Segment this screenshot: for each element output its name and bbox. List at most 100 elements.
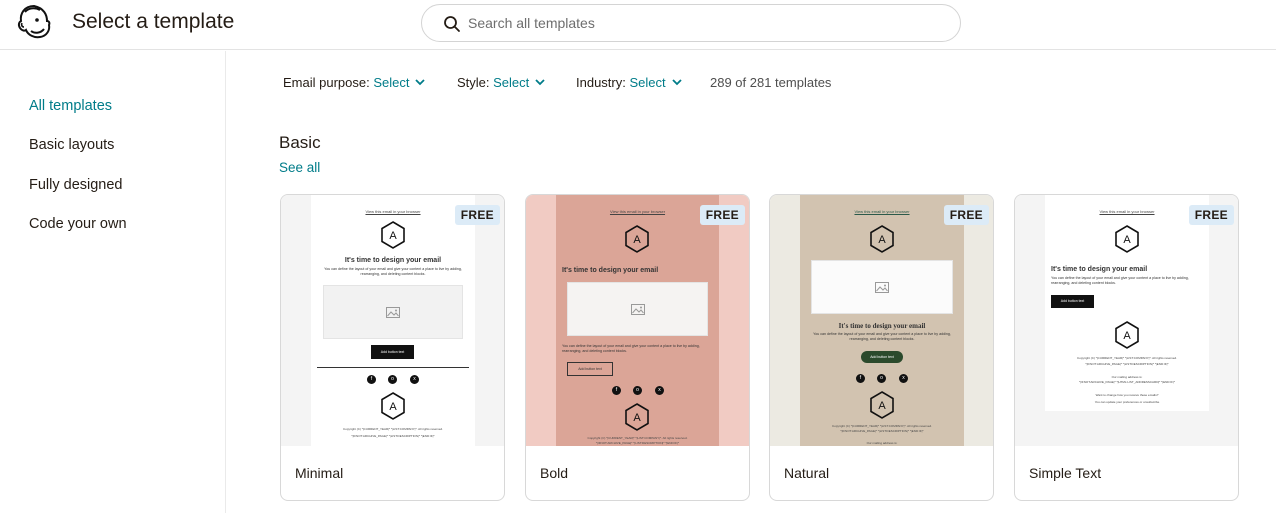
- preview-change: Want to change how you receive these ema…: [1095, 393, 1159, 397]
- email-preview-body: View this email in your browser A It's t…: [311, 195, 475, 446]
- hexagon-logo-icon: A: [1115, 225, 1139, 253]
- facebook-icon: f: [856, 374, 865, 383]
- chevron-down-icon: [415, 79, 426, 86]
- top-header: Select a template: [0, 0, 1276, 50]
- email-purpose-filter[interactable]: Email purpose: Select: [283, 75, 426, 90]
- preview-body-text: You can define the layout of your email …: [324, 267, 462, 276]
- hex-letter: A: [633, 234, 641, 246]
- filter-label: Email purpose:: [283, 75, 370, 90]
- hexagon-logo-icon: A: [381, 221, 405, 249]
- hexagon-logo-icon: A: [381, 392, 405, 420]
- divider: [317, 367, 469, 368]
- hex-letter: A: [389, 230, 397, 242]
- filter-label: Industry:: [576, 75, 626, 90]
- template-name: Bold: [540, 465, 569, 481]
- free-badge: FREE: [1188, 205, 1234, 225]
- preview-prefs: You can update your preferences or unsub…: [1094, 400, 1160, 404]
- template-preview: View this email in your browser A It's t…: [526, 195, 749, 446]
- sidebar-item-fully-designed[interactable]: Fully designed: [29, 177, 123, 193]
- x-twitter-icon: x: [899, 374, 908, 383]
- template-card-minimal[interactable]: View this email in your browser A It's t…: [280, 194, 505, 501]
- image-icon: [630, 304, 645, 315]
- preview-headline: It's time to design your email: [344, 257, 442, 264]
- hex-letter: A: [389, 401, 397, 413]
- preview-button: Add button text: [1051, 295, 1094, 308]
- section-title: Basic: [279, 133, 321, 152]
- template-name: Simple Text: [1029, 465, 1102, 481]
- preview-headline: It's time to design your email: [838, 322, 926, 330]
- image-placeholder: [567, 282, 708, 336]
- template-name: Minimal: [295, 465, 344, 481]
- view-in-browser-link: View this email in your browser: [854, 209, 910, 214]
- preview-copyright: Copyright (C) *|CURRENT_YEAR|* *|LIST:CO…: [587, 436, 688, 440]
- preview-headline: It's time to design your email: [1051, 266, 1148, 273]
- preview-button: Add button text: [567, 362, 613, 376]
- view-in-browser-link: View this email in your browser: [1099, 209, 1155, 214]
- preview-mailing: Our mailing address is:: [866, 441, 898, 445]
- hex-letter: A: [1123, 234, 1131, 246]
- preview-description: *|IFNOT:ARCHIVE_PAGE|* *|LIST:DESCRIPTIO…: [840, 429, 924, 433]
- instagram-icon: o: [877, 374, 886, 383]
- free-badge: FREE: [943, 205, 989, 225]
- hex-letter: A: [1123, 330, 1131, 342]
- hex-letter: A: [878, 234, 886, 246]
- preview-copyright: Copyright (C) *|CURRENT_YEAR|* *|LIST:CO…: [832, 424, 932, 428]
- style-filter[interactable]: Style: Select: [457, 75, 545, 90]
- template-preview: View this email in your browser A It's t…: [1015, 195, 1238, 446]
- instagram-icon: o: [388, 375, 397, 384]
- preview-headline: It's time to design your email: [562, 267, 659, 274]
- hexagon-logo-icon: A: [870, 391, 894, 419]
- preview-body-text: You can define the layout of your email …: [1051, 276, 1189, 285]
- email-preview-body: View this email in your browser A It's t…: [800, 195, 964, 446]
- see-all-link[interactable]: See all: [279, 160, 320, 175]
- template-card-natural[interactable]: View this email in your browser A It's t…: [769, 194, 994, 501]
- page-title: Select a template: [72, 10, 235, 33]
- free-badge: FREE: [454, 205, 500, 225]
- filter-value: Select: [629, 75, 666, 90]
- template-count: 289 of 281 templates: [710, 75, 832, 90]
- hexagon-logo-icon: A: [625, 225, 649, 253]
- hexagon-logo-icon: A: [1115, 321, 1139, 349]
- filter-value: Select: [493, 75, 530, 90]
- industry-filter[interactable]: Industry: Select: [576, 75, 682, 90]
- image-placeholder: [323, 285, 463, 339]
- sidebar-item-all-templates[interactable]: All templates: [29, 98, 112, 114]
- preview-button: Add button text: [861, 351, 903, 363]
- filter-label: Style:: [457, 75, 490, 90]
- image-placeholder: [811, 260, 953, 314]
- hexagon-logo-icon: A: [625, 403, 649, 431]
- view-in-browser-link: View this email in your browser: [365, 209, 421, 214]
- chevron-down-icon: [671, 79, 682, 86]
- sidebar-item-code-your-own[interactable]: Code your own: [29, 216, 127, 232]
- template-preview: View this email in your browser A It's t…: [281, 195, 504, 446]
- sidebar-item-basic-layouts[interactable]: Basic layouts: [29, 137, 114, 153]
- free-badge: FREE: [699, 205, 745, 225]
- email-preview-body: View this email in your browser A It's t…: [556, 195, 719, 446]
- template-preview: View this email in your browser A It's t…: [770, 195, 993, 446]
- search-box[interactable]: [421, 4, 961, 42]
- template-card-bold[interactable]: View this email in your browser A It's t…: [525, 194, 750, 501]
- image-icon: [875, 282, 889, 293]
- image-icon: [386, 307, 400, 318]
- x-twitter-icon: x: [655, 386, 664, 395]
- preview-body-text: You can define the layout of your email …: [813, 332, 951, 341]
- preview-body-text: You can define the layout of your email …: [562, 344, 700, 353]
- preview-description: *|IFNOT:ARCHIVE_PAGE|* *|LIST:DESCRIPTIO…: [1085, 362, 1169, 366]
- template-name: Natural: [784, 465, 830, 481]
- view-in-browser-link: View this email in your browser: [609, 209, 666, 214]
- hex-letter: A: [633, 412, 641, 424]
- preview-address: *|IFNOT:ARCHIVE_PAGE|* *|HTML:LIST_ADDRE…: [1079, 380, 1175, 384]
- mailchimp-logo-icon[interactable]: [16, 3, 52, 41]
- template-card-simple-text[interactable]: View this email in your browser A It's t…: [1014, 194, 1239, 501]
- preview-description: *|IFNOT:ARCHIVE_PAGE|* *|LIST:DESCRIPTIO…: [595, 441, 680, 445]
- filter-value: Select: [373, 75, 410, 90]
- email-preview-body: View this email in your browser A It's t…: [1045, 195, 1209, 411]
- instagram-icon: o: [633, 386, 642, 395]
- sidebar: All templates Basic layouts Fully design…: [0, 51, 226, 513]
- search-icon: [444, 16, 460, 32]
- preview-copyright: Copyright (C) *|CURRENT_YEAR|* *|LIST:CO…: [1077, 356, 1177, 360]
- preview-description: *|IFNOT:ARCHIVE_PAGE|* *|LIST:DESCRIPTIO…: [351, 434, 435, 438]
- search-input[interactable]: [468, 5, 938, 41]
- preview-copyright: Copyright (C) *|CURRENT_YEAR|* *|LIST:CO…: [343, 427, 443, 431]
- facebook-icon: f: [367, 375, 376, 384]
